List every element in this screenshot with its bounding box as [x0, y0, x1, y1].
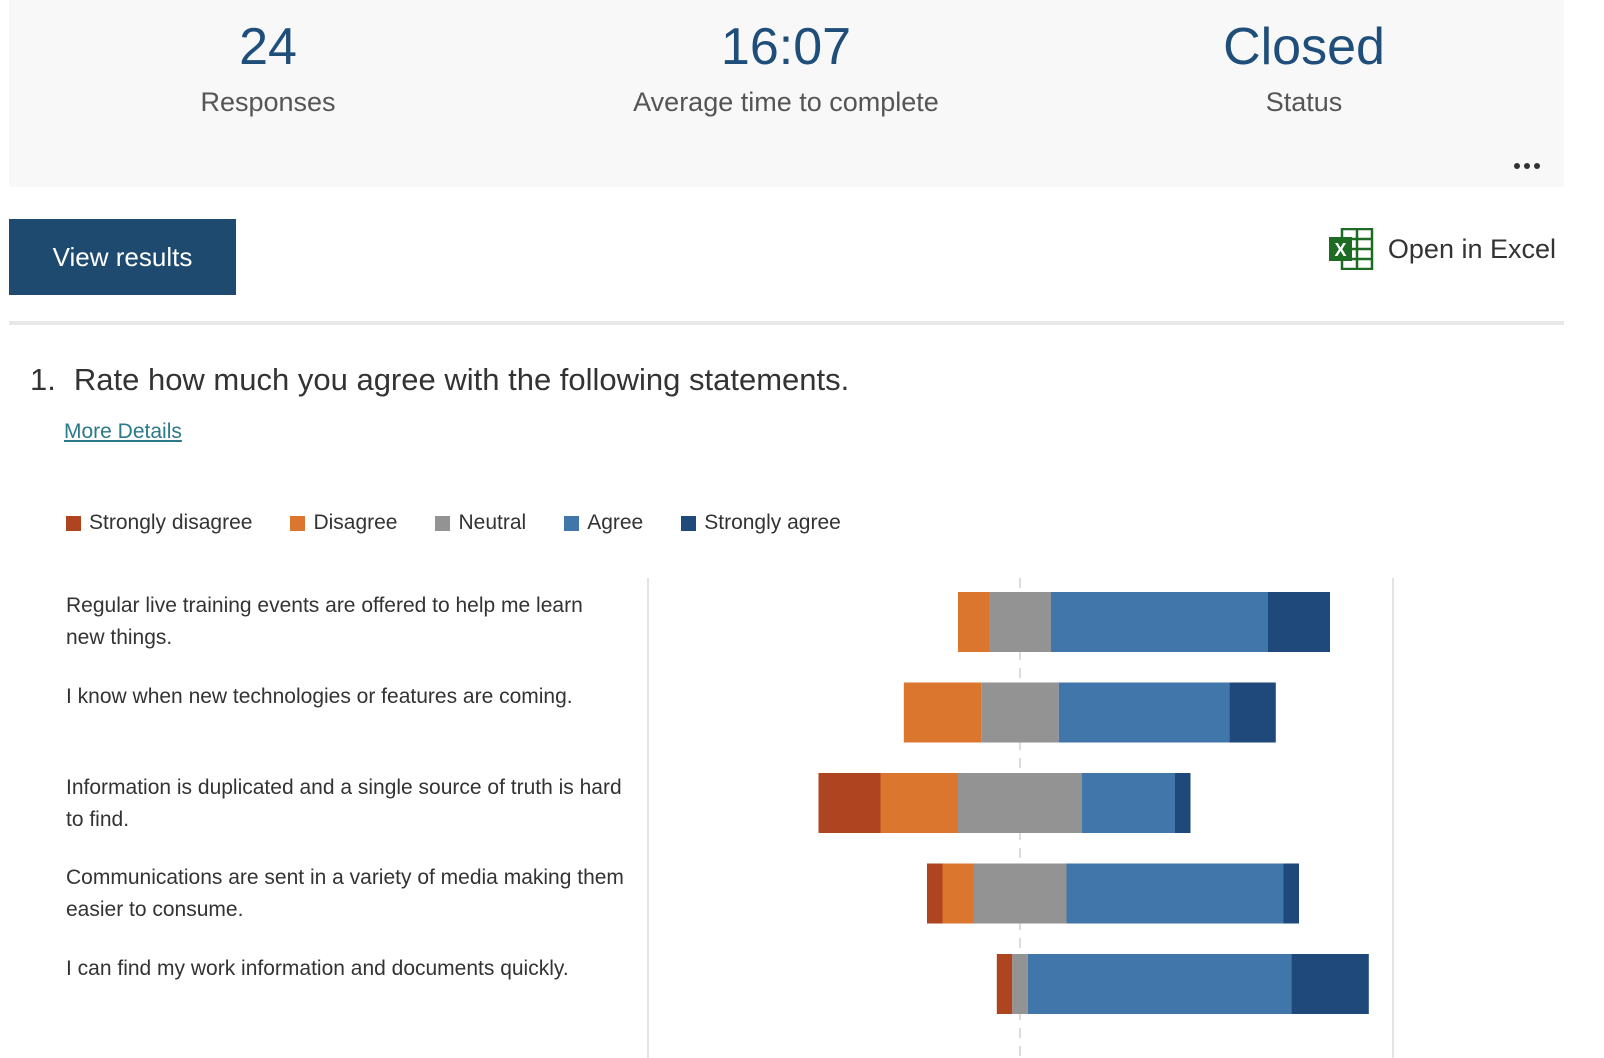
bar-segment-disagree[interactable]: [880, 773, 959, 833]
question-number: 1.: [30, 362, 56, 397]
bar-segment-agree[interactable]: [1066, 863, 1284, 924]
legend-item-agree: Agree: [564, 511, 643, 535]
bar-segment-disagree[interactable]: [958, 592, 989, 652]
bar-segment-strongly-disagree[interactable]: [996, 954, 1013, 1014]
responses-count: 24: [239, 18, 297, 76]
legend-label: Disagree: [313, 511, 398, 534]
legend-label: Neutral: [458, 511, 527, 534]
view-results-button[interactable]: View results: [9, 219, 236, 295]
legend-label: Strongly disagree: [89, 511, 253, 534]
bar-segment-strongly-agree[interactable]: [1175, 773, 1191, 833]
bar-segment-neutral[interactable]: [1012, 954, 1028, 1014]
average-time-label: Average time to complete: [633, 87, 939, 117]
bar-segment-neutral[interactable]: [958, 773, 1082, 833]
bar-segment-agree[interactable]: [1027, 954, 1292, 1014]
bar-segment-strongly-agree[interactable]: [1268, 592, 1330, 652]
statement-label: I can find my work information and docum…: [66, 957, 569, 980]
svg-text:X: X: [1334, 240, 1346, 260]
open-in-excel-label: Open in Excel: [1387, 233, 1556, 264]
ellipsis-icon: [1514, 163, 1520, 169]
bar-segment-strongly-agree[interactable]: [1291, 954, 1369, 1014]
status-label: Status: [1265, 87, 1343, 117]
question-title: 1. Rate how much you agree with the follo…: [30, 362, 849, 398]
section-divider: [9, 321, 1564, 325]
likert-chart: [647, 578, 1394, 1058]
legend-item-strongly-disagree: Strongly disagree: [66, 511, 252, 535]
statement-label: Regular live training events are offered…: [66, 594, 583, 649]
responses-stat: 24 Responses: [18, 14, 518, 124]
bar-segment-agree[interactable]: [1082, 773, 1175, 833]
status-stat: Closed Status: [1054, 14, 1554, 124]
bar-segment-strongly-agree[interactable]: [1229, 682, 1276, 743]
bar-segment-strongly-agree[interactable]: [1283, 863, 1300, 924]
legend-swatch: [66, 515, 81, 531]
bar-segment-neutral[interactable]: [989, 592, 1051, 652]
statement-label: I know when new technologies or features…: [66, 685, 573, 708]
ellipsis-icon: [1524, 163, 1530, 169]
average-time-value: 16:07: [720, 18, 852, 76]
bar-segment-disagree[interactable]: [903, 682, 982, 743]
legend-label: Agree: [587, 511, 644, 534]
open-in-excel-link[interactable]: X Open in Excel: [1328, 228, 1556, 270]
legend-item-strongly-agree: Strongly agree: [681, 511, 841, 535]
bar-segment-neutral[interactable]: [981, 682, 1059, 743]
bar-segment-agree[interactable]: [1058, 682, 1230, 743]
more-options-button[interactable]: [1512, 145, 1542, 176]
legend-swatch: [681, 515, 697, 531]
bar-segment-agree[interactable]: [1051, 592, 1268, 652]
bars-group: [818, 592, 1369, 1014]
statement-label: Communications are sent in a variety of …: [66, 866, 624, 921]
bar-segment-strongly-disagree[interactable]: [927, 863, 943, 924]
more-details-link[interactable]: More Details: [64, 420, 182, 444]
ellipsis-icon: [1534, 163, 1540, 169]
status-value: Closed: [1223, 18, 1385, 76]
legend-item-neutral: Neutral: [435, 511, 526, 535]
chart-legend: Strongly disagree Disagree Neutral Agree…: [66, 511, 879, 535]
responses-label: Responses: [200, 87, 336, 117]
legend-swatch: [290, 515, 306, 531]
question-text: Rate how much you agree with the followi…: [73, 362, 850, 397]
legend-swatch: [435, 515, 451, 531]
summary-panel: 24 Responses 16:07 Average time to compl…: [9, 0, 1564, 187]
excel-icon: X: [1328, 228, 1374, 270]
bar-segment-disagree[interactable]: [942, 863, 974, 924]
bar-segment-strongly-disagree[interactable]: [818, 773, 881, 833]
legend-item-disagree: Disagree: [290, 511, 397, 535]
legend-label: Strongly agree: [704, 511, 841, 534]
statement-label: Information is duplicated and a single s…: [66, 776, 622, 831]
bar-segment-neutral[interactable]: [973, 863, 1067, 924]
legend-swatch: [564, 515, 580, 531]
average-time-stat: 16:07 Average time to complete: [536, 14, 1036, 124]
